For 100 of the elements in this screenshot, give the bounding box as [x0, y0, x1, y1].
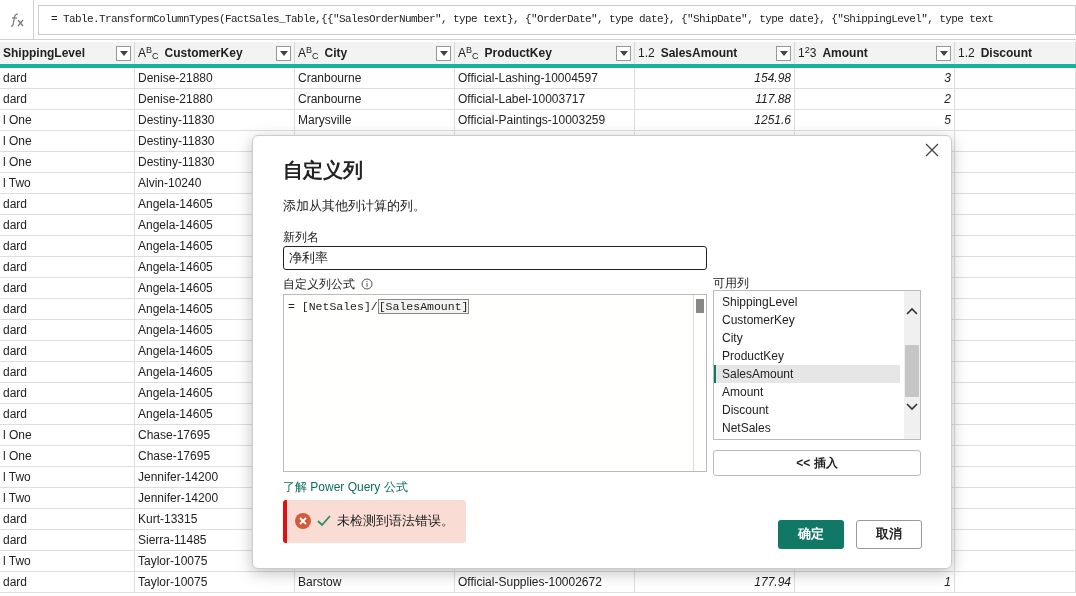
table-cell-text: dard [3, 238, 28, 255]
insert-button[interactable]: << 插入 [713, 449, 921, 476]
table-cell-text: Angela-14605 [138, 343, 213, 360]
learn-link[interactable]: 了解 Power Query 公式 [283, 477, 408, 496]
table-cell-text: l Two [3, 175, 31, 192]
table-cell-text: dard [3, 217, 28, 234]
table-cell-text: Angela-14605 [138, 196, 213, 213]
formula-editor[interactable]: = [NetSales]/[SalesAmount] [283, 293, 707, 472]
table-cell-text: Angela-14605 [138, 364, 213, 381]
table-cell-text: Denise-21880 [138, 70, 213, 87]
filter-button[interactable] [776, 45, 791, 61]
table-cell-text: Destiny-11830 [138, 112, 215, 129]
table-cell-text: Cranbourne [298, 91, 362, 108]
scroll-up-icon[interactable] [906, 306, 918, 315]
function-icon[interactable] [8, 12, 25, 27]
cancel-button[interactable]: 取消 [856, 519, 922, 549]
formula-field[interactable]: = Table.TransformColumnTypes(FactSales_Table,{{"SalesOrderNumber", type text}, {"OrderDate", type date}, {"ShipDate", type date}, {"ShippingLevel", type text [38, 4, 1076, 35]
close-button[interactable] [925, 142, 941, 158]
table-cell-text: l One [3, 154, 32, 171]
column-header[interactable]: 1$^{2}$3 Amount [795, 42, 955, 64]
column-name: Discount [980, 45, 1034, 62]
table-cell-text: Alvin-10240 [138, 175, 202, 192]
table-cell-text: 5 [944, 112, 951, 129]
column-list-item[interactable]: NetSales [714, 418, 900, 437]
column-header[interactable]: A$^{B}$$_{C}$ City [295, 42, 455, 64]
column-list-item[interactable]: City [714, 328, 900, 347]
table-cell-text: dard [3, 196, 28, 213]
column-name: ShippingLevel [3, 45, 86, 62]
name-label: 新列名 [283, 228, 319, 246]
dropdown-caret-icon [779, 50, 788, 56]
table-cell-text: Angela-14605 [138, 322, 213, 339]
scroll-down-icon[interactable] [906, 402, 918, 411]
table-cell-text: l Two [3, 490, 31, 507]
column-header[interactable]: A$^{B}$$_{C}$ CustomerKey [135, 42, 295, 64]
status-message: 未检测到语法错误。 [337, 512, 454, 530]
info-icon[interactable] [361, 277, 373, 290]
dropdown-caret-icon [619, 50, 628, 56]
filter-button[interactable] [276, 45, 291, 61]
ok-button[interactable]: 确定 [778, 519, 844, 549]
table-cell-text: dard [3, 532, 28, 549]
column-name: SalesAmount [660, 45, 739, 62]
table-cell-text: Angela-14605 [138, 406, 213, 423]
table-cell-text: Jennifer-14200 [138, 490, 219, 507]
formula-text: = [NetSales]/[SalesAmount] [288, 297, 470, 315]
filter-button[interactable] [116, 45, 131, 61]
table-cell-text: dard [3, 364, 28, 381]
table-cell-text: dard [3, 91, 28, 108]
column-list-item[interactable]: Discount [714, 400, 900, 419]
table-cell-text: dard [3, 385, 28, 402]
column-list-item[interactable]: CustomerKey [714, 310, 900, 329]
formula-label: 自定义列公式 [283, 275, 355, 293]
column-list-item[interactable]: ShippingLevel [714, 292, 900, 311]
table-cell-text: 154.98 [754, 70, 791, 87]
column-name: Amount [822, 45, 869, 62]
column-header[interactable]: ShippingLevel [0, 42, 135, 64]
filter-button[interactable] [436, 45, 451, 61]
table-cell-text: dard [3, 70, 28, 87]
column-name: CustomerKey [164, 45, 244, 62]
table-cell-text: Barstow [298, 574, 342, 591]
type-label: 1$^{2}$3 [798, 44, 817, 62]
table-cell-text: Destiny-11830 [138, 154, 215, 171]
column-list-item[interactable]: Amount [714, 382, 900, 401]
table-cell-text: Taylor-10075 [138, 553, 208, 570]
table-cell-text: dard [3, 343, 28, 360]
column-name-field[interactable]: 净利率 [283, 245, 707, 270]
table-cell-text: Kurt-13315 [138, 511, 198, 528]
type-label: 1.2 [958, 45, 975, 62]
column-list-item[interactable]: ProductKey [714, 346, 900, 365]
table-cell-text: l Two [3, 469, 31, 486]
table-cell-text: l Two [3, 553, 31, 570]
column-name: ProductKey [484, 45, 553, 62]
table-cell-text: Angela-14605 [138, 301, 213, 318]
table-cell-text: 3 [944, 70, 951, 87]
filter-button[interactable] [616, 45, 631, 61]
scrollbar[interactable] [693, 294, 706, 471]
column-header[interactable]: A$^{B}$$_{C}$ ProductKey [455, 42, 635, 64]
column-header[interactable]: 1.2 Discount [955, 42, 1076, 64]
table-cell-text: Official-Lashing-10004597 [458, 70, 598, 87]
table-cell-text: l One [3, 133, 32, 150]
list-scrollbar[interactable] [904, 290, 920, 439]
dropdown-caret-icon [939, 50, 948, 56]
table-cell-text: Angela-14605 [138, 259, 213, 276]
table-cell-text: dard [3, 511, 28, 528]
filter-button[interactable] [936, 45, 951, 61]
table-cell-text: Official-Label-10003717 [458, 91, 586, 108]
column-list-item[interactable]: SalesAmount [714, 364, 900, 383]
table-cell-text: Denise-21880 [138, 91, 213, 108]
table-cell-text: Angela-14605 [138, 238, 213, 255]
table-cell-text: Cranbourne [298, 70, 362, 87]
dropdown-caret-icon [279, 50, 288, 56]
table-cell-text: 1251.6 [754, 112, 791, 129]
table-cell-text: Destiny-11830 [138, 133, 215, 150]
table-cell-text: Chase-17695 [138, 427, 211, 444]
column-header[interactable]: 1.2 SalesAmount [635, 42, 795, 64]
table-cell-text: Angela-14605 [138, 217, 213, 234]
table-cell-text: Taylor-10075 [138, 574, 208, 591]
table-cell-text: dard [3, 259, 28, 276]
dropdown-caret-icon [119, 50, 128, 56]
type-label: 1.2 [638, 45, 655, 62]
table-cell-text: Angela-14605 [138, 280, 213, 297]
